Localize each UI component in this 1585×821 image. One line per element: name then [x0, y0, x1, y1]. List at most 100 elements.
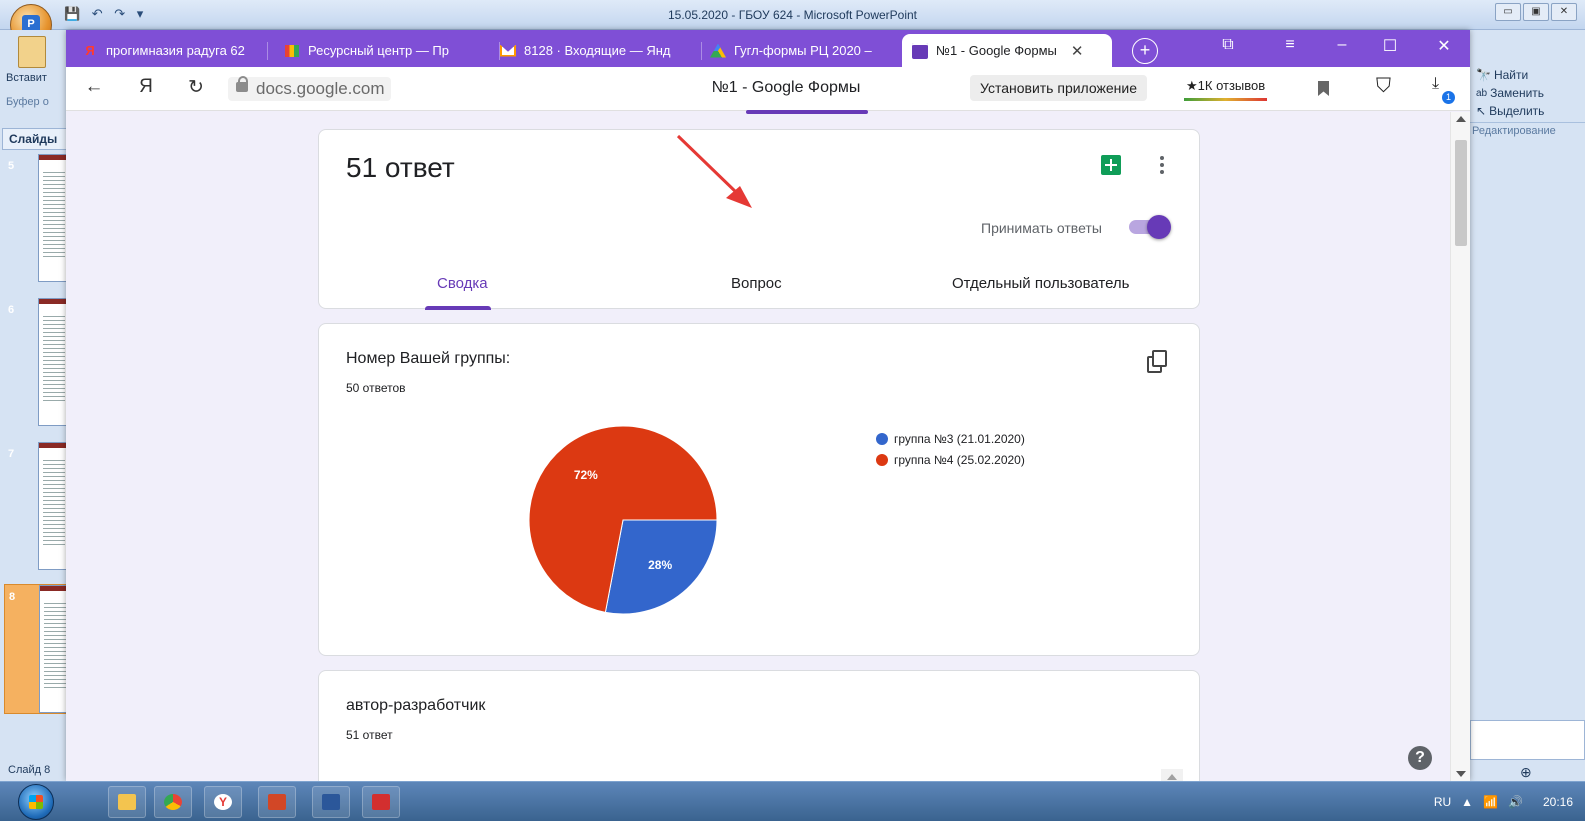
sheets-icon[interactable] — [1101, 155, 1121, 175]
slide-number: 6 — [8, 304, 15, 316]
accept-responses-label: Принимать ответы — [981, 220, 1102, 236]
tab-question[interactable]: Вопрос — [731, 275, 782, 292]
close-tab-icon[interactable]: ✕ — [1071, 42, 1084, 60]
tab-resource-center[interactable]: Ресурсный центр — Пр — [274, 34, 500, 67]
start-button[interactable] — [18, 784, 54, 820]
minimize-button[interactable]: ▭ — [1495, 3, 1521, 21]
select-button[interactable]: ↖ Выделить — [1470, 102, 1585, 120]
taskbar-explorer[interactable] — [108, 786, 146, 818]
lock-icon — [236, 76, 248, 92]
scrollbar-thumb[interactable] — [1455, 140, 1467, 246]
legend-swatch — [876, 453, 888, 466]
paste-button[interactable]: Вставит Буфер о — [6, 34, 62, 130]
tab-summary[interactable]: Сводка — [437, 275, 488, 292]
scroll-up-icon[interactable] — [1456, 116, 1466, 122]
tab-mail[interactable]: 8128 · Входящие — Янд — [490, 34, 702, 67]
response-count: 51 ответ — [346, 152, 455, 183]
powerpoint-window-title: 15.05.2020 - ГБОУ 624 - Microsoft PowerP… — [667, 8, 918, 22]
clipboard-icon — [18, 36, 46, 68]
binoculars-icon: 🔭 — [1476, 68, 1491, 82]
slide-number: 5 — [8, 160, 15, 172]
drive-icon — [710, 43, 726, 59]
slide-thumbnail[interactable]: 6 — [4, 298, 70, 428]
legend-swatch — [876, 432, 888, 445]
legend-item: группа №3 (21.01.2020) — [876, 428, 1025, 449]
tabs-icon[interactable]: ⧉ — [1214, 36, 1242, 54]
paste-label: Вставит — [6, 72, 47, 84]
more-options-icon[interactable] — [1157, 154, 1167, 176]
tab-label: №1 - Google Формы — [936, 43, 1057, 58]
taskbar-chrome[interactable] — [154, 786, 192, 818]
close-window-icon[interactable]: ✕ — [1430, 36, 1458, 56]
address-page-title: №1 - Google Формы — [711, 79, 861, 96]
slide-thumbnail[interactable]: 5 — [4, 154, 70, 284]
download-badge: 1 — [1442, 91, 1455, 104]
tab-google-forms-folder[interactable]: Гугл-формы РЦ 2020 – — [700, 34, 912, 67]
bookmark-icon[interactable] — [1318, 81, 1329, 96]
download-icon[interactable]: ⤓ — [1432, 75, 1439, 93]
taskbar-yandex[interactable]: Y — [204, 786, 242, 818]
slide-thumbnail[interactable]: 7 — [4, 442, 70, 572]
reviews-button[interactable]: ★1К отзывов — [1184, 75, 1268, 101]
tab-progymnasium[interactable]: Я прогимназия радуга 62 — [72, 34, 268, 67]
question-card: автор-разработчик 51 ответ — [318, 670, 1200, 781]
address-bar: ← Я ↻ docs.google.com №1 - Google Формы … — [66, 67, 1470, 111]
language-indicator[interactable]: RU — [1434, 795, 1451, 809]
menu-icon[interactable]: ≡ — [1276, 36, 1304, 54]
taskbar-word[interactable] — [312, 786, 350, 818]
new-tab-button[interactable]: + — [1132, 38, 1158, 64]
toggle-knob — [1147, 215, 1171, 239]
volume-icon[interactable]: 🔊 — [1508, 795, 1523, 809]
active-tab-indicator — [425, 306, 491, 310]
protect-icon[interactable]: ⛉ — [1376, 75, 1391, 98]
tab-label: Ресурсный центр — Пр — [308, 43, 450, 58]
quick-access-toolbar[interactable]: 💾 ↶ ↷ ▾ — [64, 6, 147, 22]
powerpoint-window-controls: ▭ ▣ ✕ — [1495, 3, 1577, 21]
maximize-icon[interactable]: ☐ — [1376, 36, 1404, 56]
tab-label: прогимназия радуга 62 — [106, 43, 245, 58]
yandex-home-icon[interactable]: Я — [132, 76, 160, 98]
tab-label: Гугл-формы РЦ 2020 – — [734, 43, 872, 58]
tab-forms-active[interactable]: №1 - Google Формы ✕ — [902, 34, 1112, 67]
copy-chart-icon[interactable] — [1147, 350, 1169, 374]
accept-responses-toggle[interactable] — [1129, 215, 1171, 239]
page-scrollbar[interactable] — [1450, 112, 1470, 781]
tab-individual[interactable]: Отдельный пользователь — [952, 275, 1130, 292]
install-app-button[interactable]: Установить приложение — [970, 75, 1148, 101]
zoom-fit-icon[interactable]: ⊕ — [1520, 764, 1532, 781]
reload-icon[interactable]: ↻ — [182, 76, 210, 99]
tab-label: 8128 · Входящие — Янд — [524, 43, 671, 58]
minimize-icon[interactable]: – — [1328, 36, 1356, 54]
replace-button[interactable]: ab Заменить — [1470, 84, 1585, 102]
help-icon[interactable]: ? — [1408, 746, 1432, 770]
pie-slice-label: 72% — [574, 468, 598, 482]
notes-pane[interactable] — [1470, 720, 1585, 760]
close-button[interactable]: ✕ — [1551, 3, 1577, 21]
powerpoint-right-pane: 🔭 Найти ab Заменить ↖ Выделить Редактирован… — [1470, 30, 1585, 781]
clock[interactable]: 20:16 — [1543, 795, 1573, 809]
url-field[interactable]: docs.google.com — [228, 76, 391, 101]
editing-group-label: Редактирование — [1470, 122, 1585, 139]
slide-status: Слайд 8 — [0, 762, 68, 780]
question-title: Номер Вашей группы: — [346, 350, 511, 367]
pie-chart-svg: 28% 72% — [528, 425, 718, 615]
question-response-count: 50 ответов — [346, 381, 406, 395]
resource-icon — [284, 43, 300, 59]
find-button[interactable]: 🔭 Найти — [1470, 66, 1585, 84]
taskbar-acrobat[interactable] — [362, 786, 400, 818]
taskbar-powerpoint[interactable] — [258, 786, 296, 818]
slide-number: 8 — [9, 591, 16, 603]
pie-slice-label: 28% — [648, 558, 672, 572]
restore-button[interactable]: ▣ — [1523, 3, 1549, 21]
forms-header-underline — [746, 110, 868, 114]
select-label: Выделить — [1489, 104, 1545, 118]
scroll-down-icon[interactable] — [1456, 771, 1466, 777]
legend-label: группа №3 (21.01.2020) — [894, 431, 1025, 446]
slide-thumbnail-active[interactable]: 8 — [4, 584, 71, 714]
slides-tab[interactable]: Слайды — [2, 128, 68, 150]
inner-scroll-up[interactable] — [1161, 769, 1183, 781]
forms-icon — [912, 42, 928, 59]
back-icon[interactable]: ← — [80, 76, 108, 98]
network-icon[interactable]: 📶 — [1483, 795, 1498, 809]
tray-arrow-icon[interactable]: ▲ — [1461, 795, 1473, 809]
